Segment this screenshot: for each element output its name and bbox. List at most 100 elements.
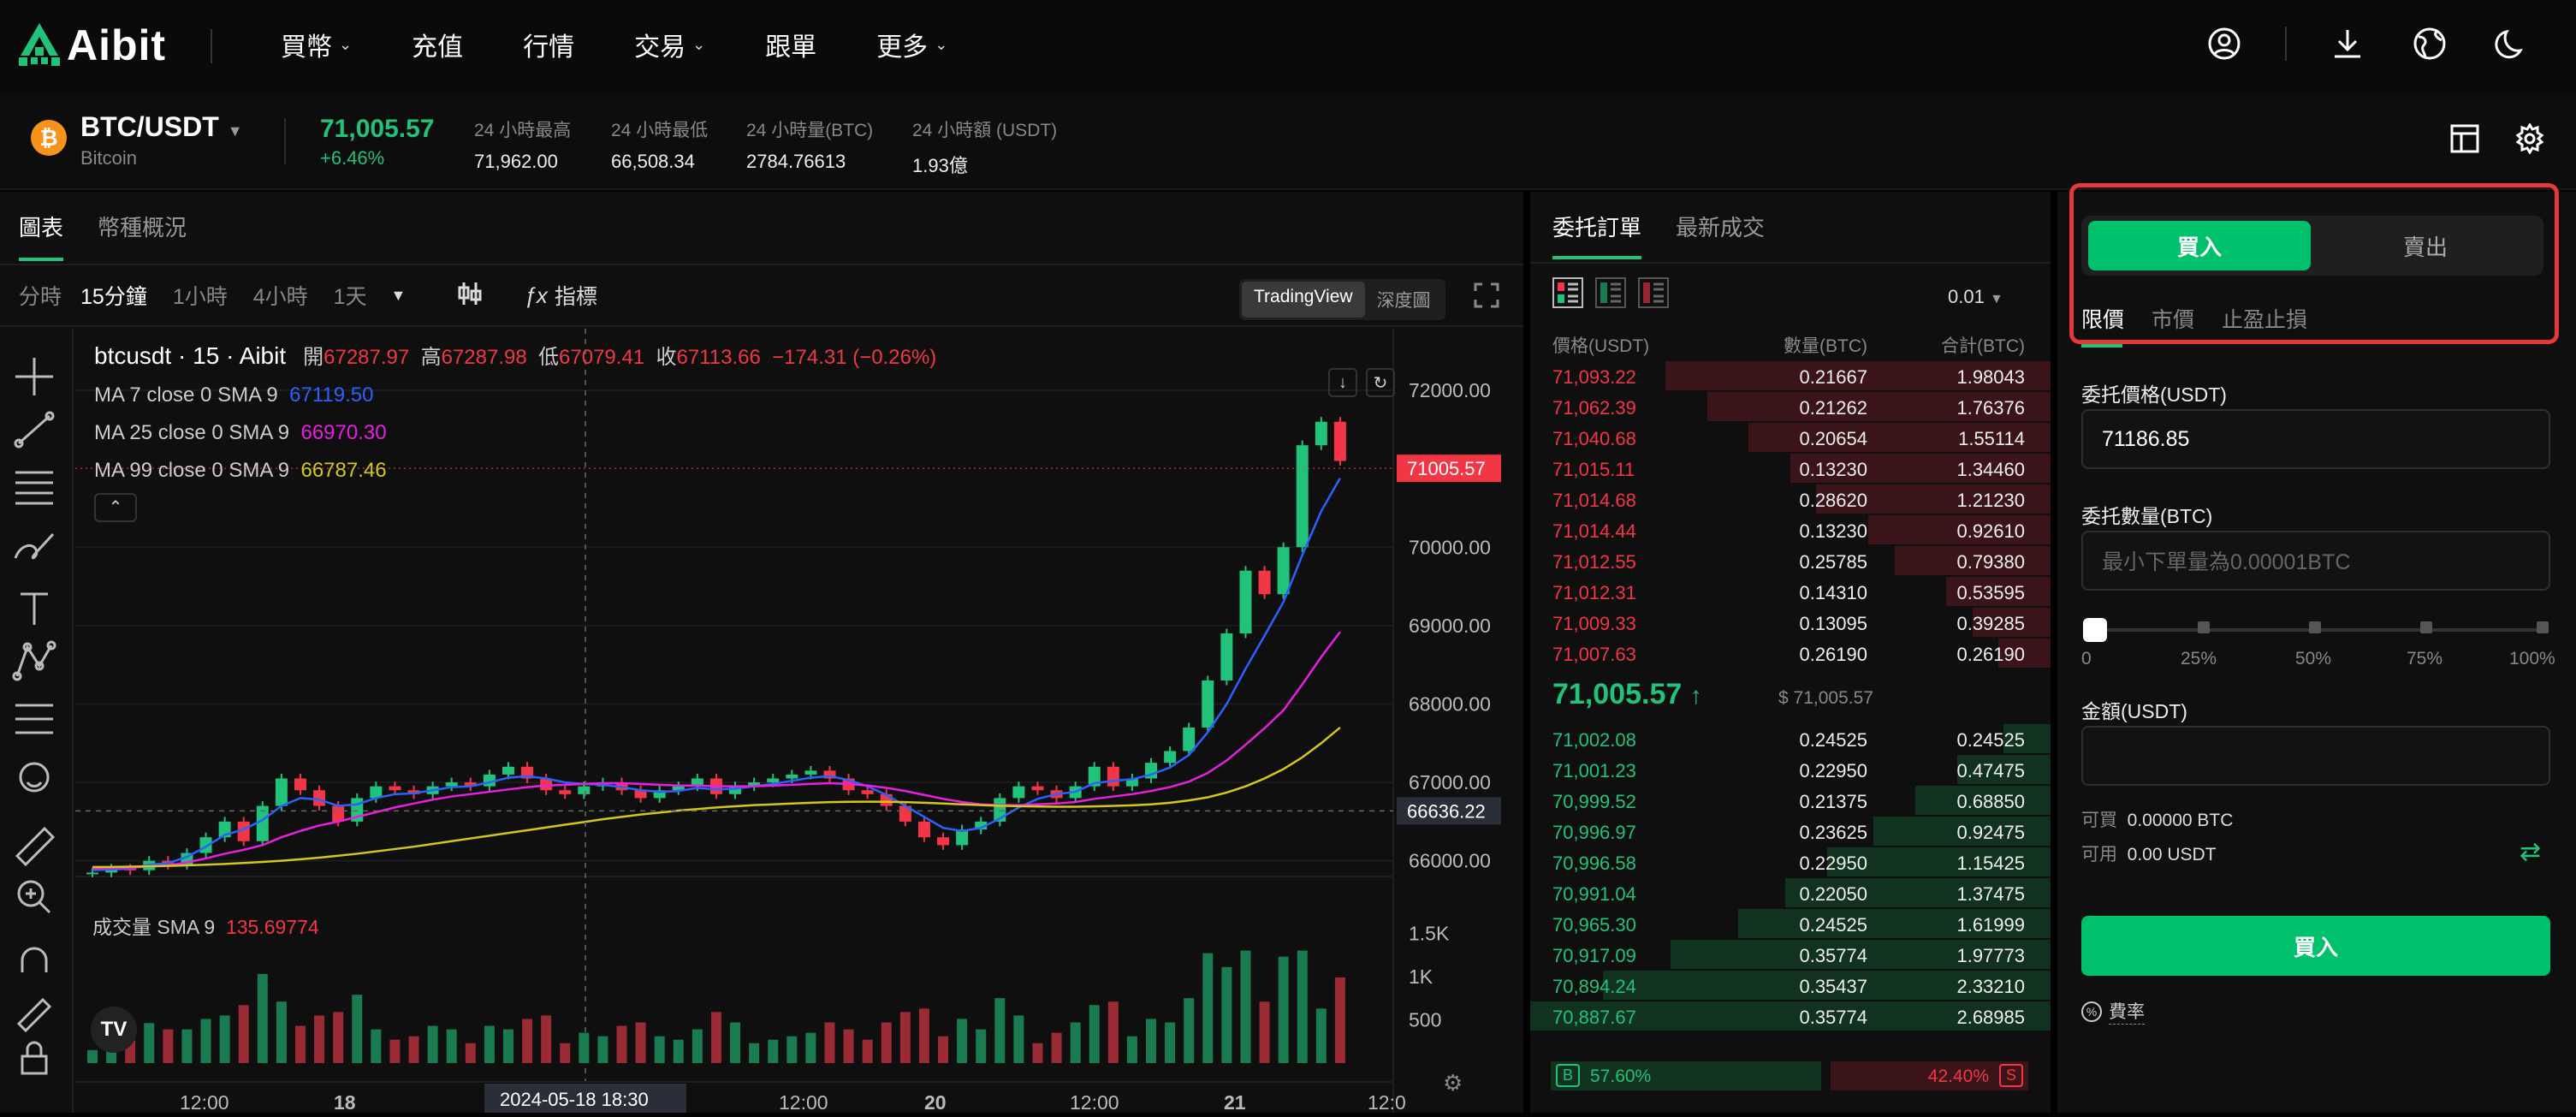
tradingview-logo-icon[interactable]: TV: [91, 1007, 137, 1053]
timeframe-time[interactable]: 分時: [19, 280, 62, 311]
qty-label: 委托數量(BTC): [2081, 505, 2213, 527]
bid-row[interactable]: 70,999.52 0.21375 0.68850: [1530, 786, 2051, 817]
price-chart[interactable]: 72000.00 70000.00 69000.00 68000.00 67000.00…: [75, 329, 1523, 1114]
highlight-box: [2069, 183, 2559, 344]
chart-settings-icon[interactable]: ⚙: [1443, 1070, 1463, 1096]
view-depth[interactable]: 深度圖: [1365, 282, 1443, 318]
refresh-icon[interactable]: ↻: [1366, 368, 1395, 397]
zoom-in-icon[interactable]: [17, 880, 51, 914]
timeframe-1h[interactable]: 1小時: [173, 280, 228, 311]
view-asks-icon[interactable]: [1638, 277, 1669, 308]
tab-chart[interactable]: 圖表: [19, 211, 64, 261]
download-icon[interactable]: [2326, 22, 2369, 65]
candle-type-icon[interactable]: [457, 281, 483, 311]
ask-row[interactable]: 71,009.33 0.13095 0.39285: [1530, 608, 2051, 639]
magnet-icon[interactable]: [21, 947, 48, 972]
moon-icon[interactable]: [2490, 22, 2533, 65]
ask-row[interactable]: 71,007.63 0.26190 0.26190: [1530, 639, 2051, 669]
text-icon[interactable]: [21, 592, 48, 625]
candle-body: [804, 770, 817, 775]
transfer-icon[interactable]: ⇄: [2520, 837, 2541, 867]
avail-buy: 可買 0.00000 BTC: [2081, 806, 2233, 832]
pattern-icon[interactable]: [12, 640, 56, 681]
gear-icon[interactable]: [2514, 122, 2545, 158]
stat-24h-low: 24 小時最低 66,508.34: [611, 116, 708, 173]
fee-rate-link[interactable]: % 費率: [2081, 998, 2145, 1025]
bid-row[interactable]: 70,991.04 0.22050 1.37475: [1530, 878, 2051, 909]
tab-coin-info[interactable]: 幣種概況: [98, 211, 187, 261]
ask-row[interactable]: 71,012.55 0.25785 0.79380: [1530, 546, 2051, 577]
precision-select[interactable]: 0.01 ▼: [1948, 286, 2003, 308]
ask-row[interactable]: 71,012.31 0.14310 0.53595: [1530, 577, 2051, 608]
nav-more[interactable]: 更多 ⌄: [876, 26, 947, 63]
nav-copy-trading[interactable]: 跟單: [765, 26, 816, 63]
indicator-icon[interactable]: ƒx: [524, 282, 547, 309]
layout-icon[interactable]: [2449, 123, 2480, 158]
price-change: +6.46%: [320, 147, 385, 169]
bid-row[interactable]: 70,965.30 0.24525 1.61999: [1530, 909, 2051, 940]
submit-buy-button[interactable]: 買入: [2081, 916, 2550, 976]
pair-selector[interactable]: BTC/USDT ▼: [80, 111, 243, 143]
ask-row[interactable]: 71,062.39 0.21262 1.76376: [1530, 392, 2051, 423]
nav-buy-crypto[interactable]: 買幣 ⌄: [281, 26, 352, 63]
scroll-down-icon[interactable]: ↓: [1328, 368, 1357, 397]
view-tradingview[interactable]: TradingView: [1242, 282, 1365, 318]
trendline-icon[interactable]: [14, 411, 55, 449]
bid-row[interactable]: 70,887.67 0.35774 2.68985: [1530, 1001, 2051, 1032]
bid-row[interactable]: 70,996.97 0.23625 0.92475: [1530, 817, 2051, 847]
emoji-icon[interactable]: [19, 762, 50, 793]
slider-tick[interactable]: [2198, 621, 2210, 633]
chart-symbol: btcusdt · 15 · Aibit: [94, 342, 287, 369]
order-qty: 0.21262: [1799, 397, 1867, 419]
order-price: 70,991.04: [1552, 883, 1636, 905]
nav-deposit[interactable]: 充值: [412, 26, 463, 63]
price-input[interactable]: 71186.85: [2081, 409, 2550, 469]
qty-input[interactable]: 最小下單量為0.00001BTC: [2081, 531, 2550, 591]
percent-slider[interactable]: [2083, 618, 2549, 642]
slider-tick[interactable]: [2309, 621, 2321, 633]
logo[interactable]: Aibit: [19, 21, 166, 70]
collapse-legend-icon[interactable]: ⌃: [94, 493, 137, 522]
avail-buy-value: 0.00000 BTC: [2127, 811, 2234, 830]
lock-pencil-icon[interactable]: [16, 997, 52, 1033]
slider-handle[interactable]: [2083, 618, 2107, 642]
bid-row[interactable]: 71,001.23 0.22950 0.47475: [1530, 755, 2051, 786]
brush-icon[interactable]: [14, 532, 55, 560]
timeframe-15m[interactable]: 15分鐘: [80, 280, 147, 311]
ask-row[interactable]: 71,015.11 0.13230 1.34460: [1530, 454, 2051, 484]
tab-latest-trades[interactable]: 最新成交: [1676, 211, 1765, 259]
tab-orderbook[interactable]: 委托訂單: [1552, 211, 1642, 259]
ask-row[interactable]: 71,040.68 0.20654 1.55114: [1530, 423, 2051, 454]
ruler-icon[interactable]: [15, 826, 56, 867]
fullscreen-icon[interactable]: [1474, 282, 1499, 312]
globe-icon[interactable]: [2408, 22, 2451, 65]
crosshair-icon[interactable]: [15, 358, 53, 395]
buy-ratio: 57.60%: [1590, 1066, 1652, 1086]
timeframe-4h[interactable]: 4小時: [253, 280, 308, 311]
indicator-button[interactable]: 指標: [555, 280, 597, 311]
fib-icon[interactable]: [15, 704, 53, 734]
timeframe-1d[interactable]: 1天: [334, 280, 367, 311]
slider-tick[interactable]: [2537, 621, 2549, 633]
horizontal-lines-icon[interactable]: [15, 471, 53, 505]
nav-trade[interactable]: 交易 ⌄: [634, 26, 705, 63]
nav-markets[interactable]: 行情: [523, 26, 574, 63]
ask-row[interactable]: 71,014.68 0.28620 1.21230: [1530, 484, 2051, 515]
amount-input[interactable]: [2081, 726, 2550, 786]
view-bids-icon[interactable]: [1595, 277, 1626, 308]
pair-name: Bitcoin: [80, 147, 138, 169]
stat-label: 24 小時量(BTC): [746, 121, 874, 140]
view-both-icon[interactable]: [1552, 277, 1583, 308]
bid-row[interactable]: 70,996.58 0.22950 1.15425: [1530, 847, 2051, 878]
bid-row[interactable]: 70,894.24 0.35437 2.33210: [1530, 971, 2051, 1001]
slider-tick[interactable]: [2420, 621, 2432, 633]
aibit-logo-icon: [19, 23, 60, 66]
cursor-time-label: 2024-05-18 18:30: [500, 1089, 649, 1110]
timeframe-dropdown-icon[interactable]: ▼: [391, 287, 407, 305]
ask-row[interactable]: 71,093.22 0.21667 1.98043: [1530, 361, 2051, 392]
bid-row[interactable]: 70,917.09 0.35774 1.97773: [1530, 940, 2051, 971]
user-icon[interactable]: [2203, 22, 2246, 65]
lock-icon[interactable]: [21, 1041, 48, 1075]
bid-row[interactable]: 71,002.08 0.24525 0.24525: [1530, 724, 2051, 755]
ask-row[interactable]: 71,014.44 0.13230 0.92610: [1530, 515, 2051, 546]
